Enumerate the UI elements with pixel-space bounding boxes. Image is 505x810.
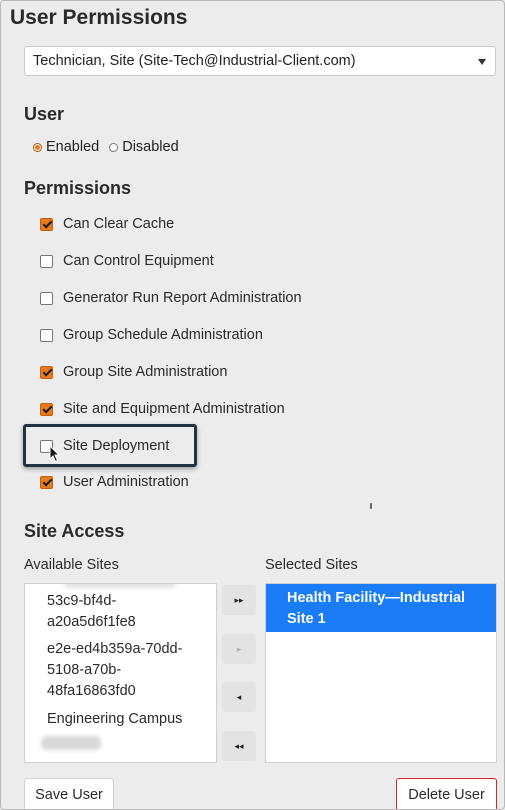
checkbox[interactable] — [40, 291, 53, 305]
permission-user-administration[interactable]: User Administration — [40, 474, 189, 490]
checkbox[interactable] — [40, 254, 53, 268]
permission-can-clear-cache[interactable]: Can Clear Cache — [40, 216, 174, 232]
permission-group-schedule[interactable]: Group Schedule Administration — [40, 327, 263, 343]
site-text: Health Facility—Industrial — [287, 590, 466, 606]
checkbox[interactable] — [40, 475, 53, 489]
selected-site-item[interactable]: Health Facility—Industrial Site 1 — [266, 584, 496, 632]
permission-label: Can Control Equipment — [63, 253, 214, 269]
double-arrow-left-icon: ◂◂ — [234, 740, 244, 751]
permission-label: Group Site Administration — [63, 364, 228, 380]
permission-label: User Administration — [63, 474, 189, 490]
site-text: 48fa16863fd0 — [47, 683, 136, 699]
save-user-button[interactable]: Save User — [24, 778, 114, 809]
radio-disabled[interactable] — [109, 142, 119, 152]
checkbox[interactable] — [40, 402, 53, 416]
user-status-radio-group: Enabled Disabled — [33, 139, 189, 155]
checkbox[interactable] — [40, 365, 53, 379]
site-text: Site 1 — [287, 611, 326, 627]
mouse-cursor-icon — [49, 445, 61, 463]
stray-mark — [370, 503, 372, 509]
add-all-sites-button[interactable]: ▸▸ — [222, 585, 256, 615]
radio-enabled[interactable] — [33, 142, 42, 152]
radio-disabled-label[interactable]: Disabled — [122, 139, 178, 155]
permission-generator-run-report[interactable]: Generator Run Report Administration — [40, 290, 302, 306]
permission-label: Generator Run Report Administration — [63, 290, 302, 306]
selected-sites-list[interactable]: Health Facility—Industrial Site 1 — [265, 583, 497, 763]
site-text: a20a5d6f1fe8 — [47, 614, 136, 630]
user-section-heading: User — [24, 104, 65, 124]
arrow-right-icon: ▸ — [236, 643, 242, 654]
site-text: 5108-a70b- — [47, 662, 122, 678]
user-select-dropdown[interactable]: Technician, Site (Site-Tech@Industrial-C… — [24, 46, 496, 76]
add-site-button[interactable]: ▸ — [222, 634, 256, 664]
site-text: e2e-ed4b359a-70dd- — [47, 641, 183, 657]
site-text: 53c9-bf4d- — [47, 593, 117, 609]
chevron-down-icon — [478, 59, 486, 65]
checkbox[interactable] — [40, 217, 53, 231]
available-site-item[interactable]: 53c9-bf4d- a20a5d6f1fe8 — [47, 591, 136, 633]
permission-label: Group Schedule Administration — [63, 327, 263, 343]
permission-label: Site and Equipment Administration — [63, 401, 285, 417]
permissions-heading: Permissions — [24, 178, 132, 198]
available-site-item[interactable]: Engineering Campus — [47, 709, 182, 730]
site-text: Engineering Campus — [47, 711, 183, 727]
permission-group-site[interactable]: Group Site Administration — [40, 364, 227, 380]
delete-user-button[interactable]: Delete User — [396, 778, 497, 809]
remove-site-button[interactable]: ◂ — [222, 682, 256, 712]
permission-label: Can Clear Cache — [63, 216, 175, 232]
remove-all-sites-button[interactable]: ◂◂ — [222, 731, 256, 761]
selected-sites-label: Selected Sites — [265, 557, 358, 573]
scrolled-text-fragment — [65, 584, 175, 588]
available-site-item[interactable]: e2e-ed4b359a-70dd- 5108-a70b- 48fa16863f… — [47, 639, 182, 702]
available-sites-label: Available Sites — [24, 557, 119, 573]
double-arrow-right-icon: ▸▸ — [234, 594, 244, 605]
page-title: User Permissions — [10, 6, 188, 29]
permission-can-control-equipment[interactable]: Can Control Equipment — [40, 253, 214, 269]
radio-enabled-label[interactable]: Enabled — [46, 139, 99, 155]
site-access-heading: Site Access — [24, 521, 125, 541]
blurred-site-item — [41, 736, 101, 750]
arrow-left-icon: ◂ — [236, 691, 242, 702]
permission-site-equipment[interactable]: Site and Equipment Administration — [40, 401, 285, 417]
available-sites-list[interactable]: 53c9-bf4d- a20a5d6f1fe8 e2e-ed4b359a-70d… — [24, 583, 217, 763]
user-permissions-panel: User Permissions Technician, Site (Site-… — [0, 0, 505, 810]
checkbox[interactable] — [40, 328, 53, 342]
user-select-value: Technician, Site (Site-Tech@Industrial-C… — [33, 53, 356, 69]
